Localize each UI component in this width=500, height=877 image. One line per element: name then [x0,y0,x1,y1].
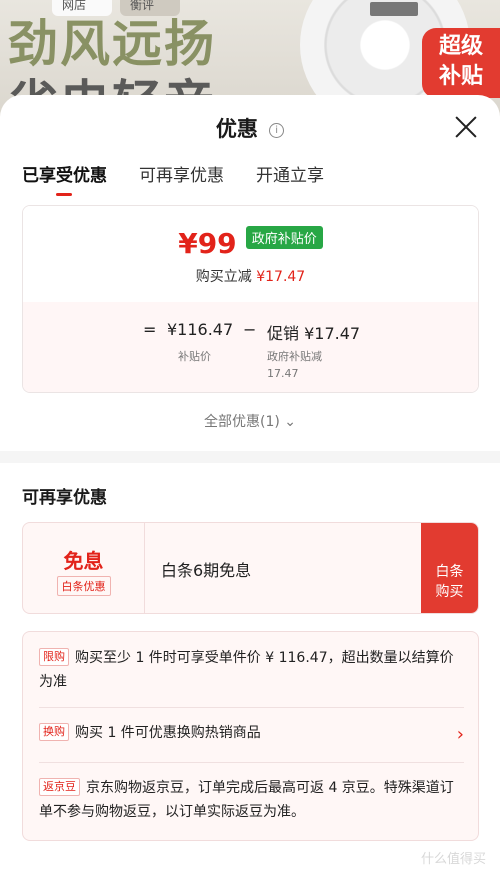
section-divider [0,451,500,463]
instant-reduce: 购买立减 ¥17.47 [195,269,306,285]
close-icon[interactable] [454,115,478,139]
sheet-title-text: 优惠 [215,117,258,141]
rule-tag: 返京豆 [39,778,80,796]
minus-sign: − [243,320,257,339]
rule-exchange[interactable]: 换购 购买 1 件可优惠换购热销商品 [39,721,464,745]
sheet-title: 优惠 i [0,113,500,143]
super-subsidy-badge: 超级 补贴 [422,28,500,98]
rule-divider [39,707,464,708]
tab-enjoyed[interactable]: 已享受优惠 [22,161,107,196]
subsidy-price: ¥116.47 [167,320,234,339]
rule-text: 购买至少 1 件时可享受单件价 ¥ 116.47，超出数量以结算价为准 [39,650,454,690]
all-promotions-link[interactable]: 全部优惠(1) ⌄ [0,411,500,431]
baitiao-card: 免息 白条优惠 白条6期免息 白条 购买 [22,522,479,614]
baitiao-buy-button[interactable]: 白条 购买 [421,523,478,613]
baitiao-desc: 白条6期免息 [161,561,252,580]
rule-text: 京东购物返京豆，订单完成后最高可返 4 京豆。特殊渠道订单不参与购物返豆，以订单… [39,780,454,820]
promo-tabs: 已享受优惠 可再享优惠 开通立享 [22,161,324,196]
brand-logo [370,2,418,16]
rule-jingdou: 返京豆 京东购物返京豆，订单完成后最高可返 4 京豆。特殊渠道订单不参与购物返豆，… [39,776,464,824]
section-title: 可再享优惠 [22,488,107,508]
chevron-down-icon: ⌄ [284,414,297,430]
baitiao-badge: 免息 白条优惠 [23,523,145,613]
promo-amount: 促销 ¥17.47 [267,324,361,343]
baitiao-tag: 白条优惠 [56,576,111,596]
promotions-sheet: 优惠 i 已享受优惠 可再享优惠 开通立享 ¥99 政府补贴价 购买立减 ¥17… [0,95,500,877]
rule-tag: 限购 [39,648,69,666]
subsidy-price-label: 补贴价 [178,350,211,363]
rule-tag: 换购 [39,723,69,741]
chevron-right-icon[interactable]: › [457,724,464,745]
rule-divider [39,762,464,763]
tab-activate[interactable]: 开通立享 [256,161,324,196]
price-calculation: = ¥116.47 − 促销 ¥17.47 补贴价 政府补贴减 17.47 [23,302,478,392]
price-breakdown-card: ¥99 政府补贴价 购买立减 ¥17.47 = ¥116.47 − 促销 ¥17… [22,205,479,393]
info-icon[interactable]: i [269,123,285,138]
equals-sign: = [143,320,157,339]
rule-text: 购买 1 件可优惠换购热销商品 [75,725,261,741]
promo-rules: 限购 购买至少 1 件时可享受单件价 ¥ 116.47，超出数量以结算价为准 换购… [22,631,479,841]
gov-subsidy-tag: 政府补贴价 [245,226,323,249]
final-price: ¥99 [178,227,237,260]
watermark: 什么值得买 [420,852,486,867]
promo-label: 政府补贴减 17.47 [267,350,322,380]
rule-limit: 限购 购买至少 1 件时可享受单件价 ¥ 116.47，超出数量以结算价为准 [39,646,464,694]
tab-more-available[interactable]: 可再享优惠 [139,161,224,196]
final-price-area: ¥99 政府补贴价 购买立减 ¥17.47 [23,206,478,302]
interest-free-label: 免息 [63,549,104,573]
reduce-amount: ¥17.47 [256,269,306,285]
